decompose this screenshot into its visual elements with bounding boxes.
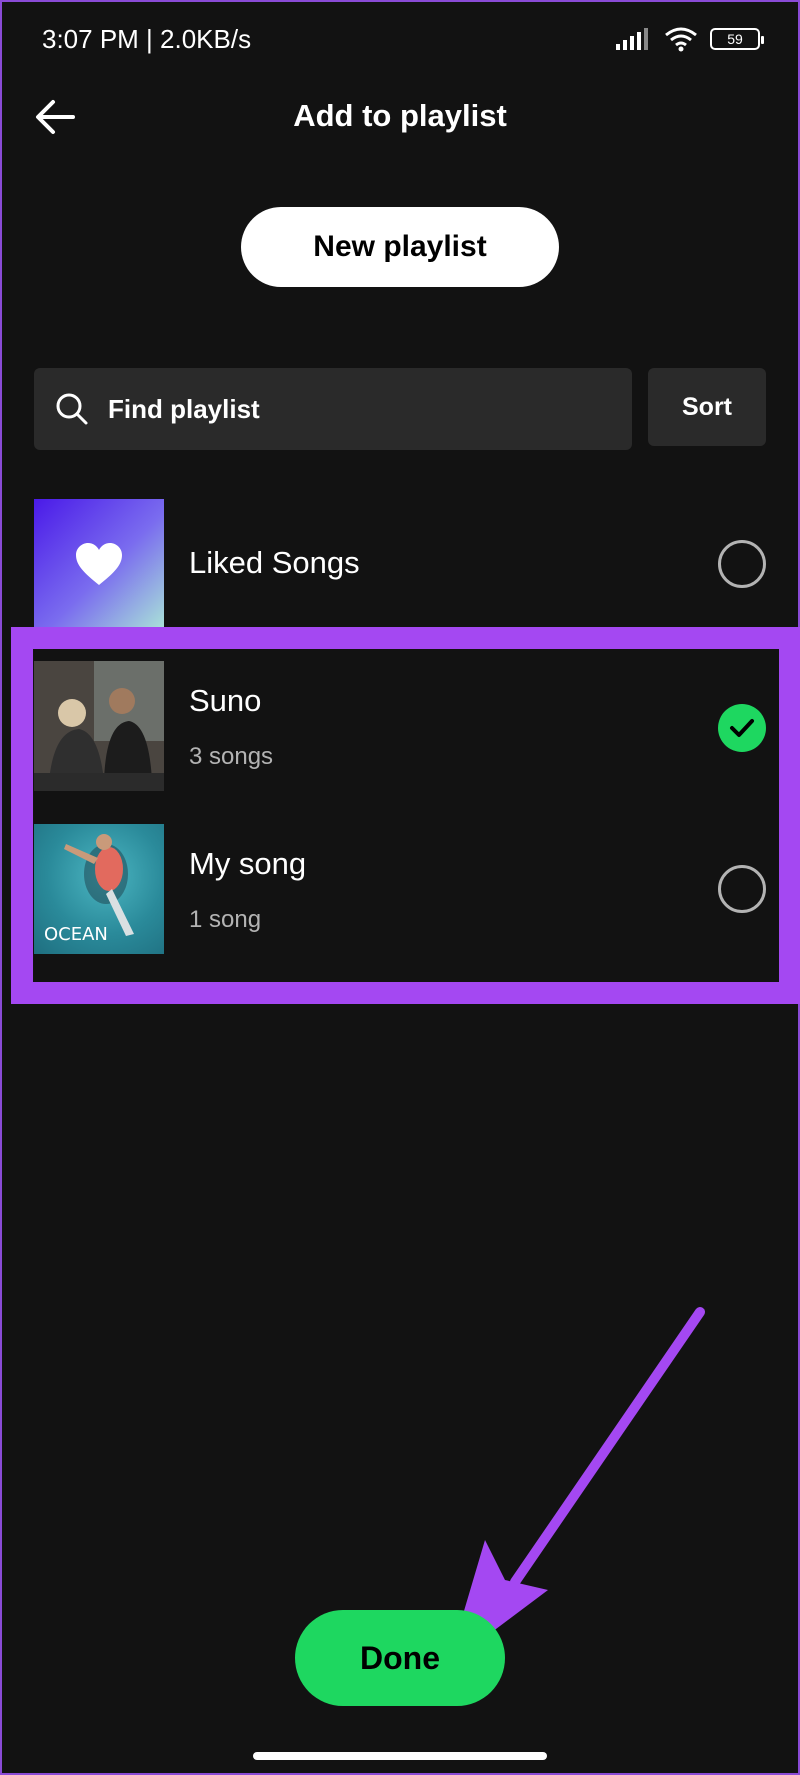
page-title: Add to playlist bbox=[293, 98, 507, 133]
battery-level: 59 bbox=[727, 31, 743, 47]
status-time-speed: 3:07 PM | 2.0KB/s bbox=[42, 24, 252, 54]
search-icon bbox=[52, 389, 92, 429]
select-radio[interactable] bbox=[718, 865, 766, 913]
playlist-item-my-song[interactable]: OCEAN My song 1 song bbox=[34, 824, 766, 954]
signal-icon bbox=[616, 28, 648, 50]
playlist-item-liked-songs[interactable]: Liked Songs bbox=[34, 499, 766, 629]
playlist-title: My song bbox=[189, 846, 307, 881]
done-button[interactable]: Done bbox=[295, 1610, 505, 1706]
playlist-song-count: 1 song bbox=[189, 906, 262, 933]
home-indicator bbox=[253, 1752, 547, 1760]
battery-icon: 59 bbox=[710, 28, 764, 50]
album-text-ocean: OCEAN bbox=[44, 924, 108, 945]
select-radio[interactable] bbox=[718, 540, 766, 588]
new-playlist-button[interactable]: New playlist bbox=[241, 207, 559, 287]
liked-songs-art bbox=[34, 499, 164, 629]
wifi-icon bbox=[665, 27, 697, 52]
my-song-art: OCEAN bbox=[34, 824, 164, 954]
search-input[interactable]: Find playlist bbox=[34, 368, 632, 450]
photo-couple bbox=[34, 661, 164, 791]
playlist-title: Suno bbox=[189, 683, 262, 718]
playlist-title: Liked Songs bbox=[189, 545, 360, 580]
status-bar: 3:07 PM | 2.0KB/s 59 bbox=[0, 0, 800, 80]
select-radio-checked[interactable] bbox=[718, 704, 766, 752]
search-placeholder: Find playlist bbox=[108, 393, 260, 424]
playlist-song-count: 3 songs bbox=[189, 743, 274, 770]
check-icon bbox=[730, 719, 754, 737]
sort-button[interactable]: Sort bbox=[648, 368, 766, 446]
status-icons: 59 bbox=[616, 26, 764, 52]
heart-icon bbox=[76, 543, 122, 585]
playlist-item-suno[interactable]: Suno 3 songs bbox=[34, 661, 766, 791]
suno-art bbox=[34, 661, 164, 791]
